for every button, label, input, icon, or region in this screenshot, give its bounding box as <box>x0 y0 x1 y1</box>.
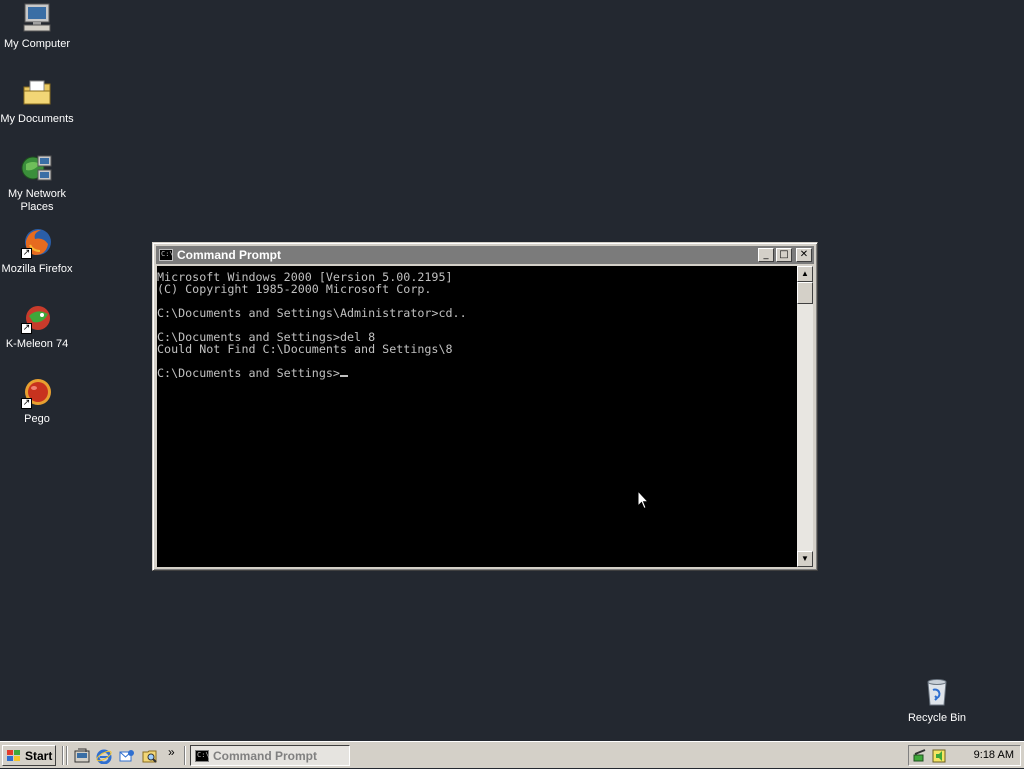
desktop-icon-label: My Computer <box>3 38 71 50</box>
desktop-icon-label: K-Meleon 74 <box>5 338 69 350</box>
desktop-icon-label: Mozilla Firefox <box>1 263 73 275</box>
desktop-icon-recycle-bin[interactable]: Recycle Bin <box>900 676 974 725</box>
maximize-icon: □ <box>779 249 789 260</box>
mouse-pointer-icon <box>637 489 650 515</box>
network-places-icon <box>21 152 53 184</box>
show-desktop-icon[interactable] <box>74 748 90 764</box>
scroll-up-button[interactable]: ▲ <box>797 266 813 282</box>
clock[interactable]: 9:18 AM <box>974 749 1014 761</box>
recycle-bin-icon <box>921 676 953 708</box>
console-prompt-line: C:\Documents and Settings> <box>157 366 340 380</box>
close-icon: ✕ <box>799 249 809 260</box>
network-tray-icon[interactable] <box>913 748 929 764</box>
maximize-button[interactable]: □ <box>776 248 792 262</box>
shortcut-arrow-icon: ↗ <box>21 323 32 334</box>
taskbar-button-command-prompt[interactable]: C:\ Command Prompt <box>190 745 350 766</box>
quick-launch-more-button[interactable]: » <box>168 745 175 759</box>
close-button[interactable]: ✕ <box>796 248 812 262</box>
pego-icon: ↗ <box>21 377 53 409</box>
desktop-icon-my-documents[interactable]: My Documents <box>0 77 74 126</box>
internet-explorer-icon[interactable] <box>96 748 112 765</box>
desktop-icon-label: Pego <box>24 413 50 425</box>
desktop-icon-network-places[interactable]: My Network Places <box>0 152 74 214</box>
scrollbar-thumb[interactable] <box>797 282 813 304</box>
console-text: Microsoft Windows 2000 [Version 5.00.219… <box>157 266 797 379</box>
console-line: C:\Documents and Settings\Administrator>… <box>157 306 467 320</box>
shortcut-arrow-icon: ↗ <box>21 398 32 409</box>
desktop-icon-k-meleon[interactable]: ↗ K-Meleon 74 <box>0 302 74 351</box>
console-line: Could Not Find C:\Documents and Settings… <box>157 342 453 356</box>
taskbar-separator <box>184 746 186 765</box>
my-computer-icon <box>21 2 53 34</box>
text-cursor <box>339 375 348 377</box>
start-label: Start <box>25 748 53 763</box>
desktop-icon-label: My Network Places <box>7 188 67 213</box>
start-button[interactable]: Start <box>2 745 56 766</box>
scroll-down-button[interactable]: ▼ <box>797 551 813 567</box>
taskbar-separator <box>62 746 64 765</box>
minimize-button[interactable]: _ <box>758 248 774 262</box>
my-documents-icon <box>21 77 53 109</box>
scroll-up-arrow-icon: ▲ <box>801 269 809 278</box>
system-tray: 9:18 AM <box>908 745 1021 766</box>
firefox-icon: ↗ <box>21 227 53 259</box>
minimize-icon: _ <box>763 249 769 260</box>
k-meleon-icon: ↗ <box>21 302 53 334</box>
desktop-icon-pego[interactable]: ↗ Pego <box>0 377 74 426</box>
taskbar: Start » C:\ Command Prompt 9:18 AM <box>0 741 1024 768</box>
windows-explorer-icon[interactable] <box>142 748 158 764</box>
console-line: (C) Copyright 1985-2000 Microsoft Corp. <box>157 282 432 296</box>
command-prompt-icon[interactable]: C:\ <box>159 249 174 261</box>
command-prompt-icon: C:\ <box>195 749 210 762</box>
window-title: Command Prompt <box>177 248 282 262</box>
window-titlebar[interactable]: C:\ Command Prompt _ □ ✕ <box>156 246 814 264</box>
desktop-icon-label: Recycle Bin <box>907 712 967 724</box>
windows-logo-icon <box>7 749 20 761</box>
scroll-down-arrow-icon: ▼ <box>801 554 809 563</box>
outlook-express-icon[interactable] <box>119 748 135 764</box>
volume-tray-icon[interactable] <box>931 748 947 764</box>
command-prompt-window[interactable]: C:\ Command Prompt _ □ ✕ Microsoft Windo… <box>152 242 818 571</box>
taskbar-separator <box>66 746 68 765</box>
desktop-icon-label: My Documents <box>0 113 74 125</box>
vertical-scrollbar[interactable]: ▲ ▼ <box>797 266 813 567</box>
desktop-icon-my-computer[interactable]: My Computer <box>0 2 74 51</box>
taskbar-button-label: Command Prompt <box>213 748 318 763</box>
desktop-icon-firefox[interactable]: ↗ Mozilla Firefox <box>0 227 74 276</box>
desktop: My Computer My Documents My Network Plac… <box>0 0 1024 741</box>
console-output[interactable]: Microsoft Windows 2000 [Version 5.00.219… <box>157 266 797 567</box>
shortcut-arrow-icon: ↗ <box>21 248 32 259</box>
